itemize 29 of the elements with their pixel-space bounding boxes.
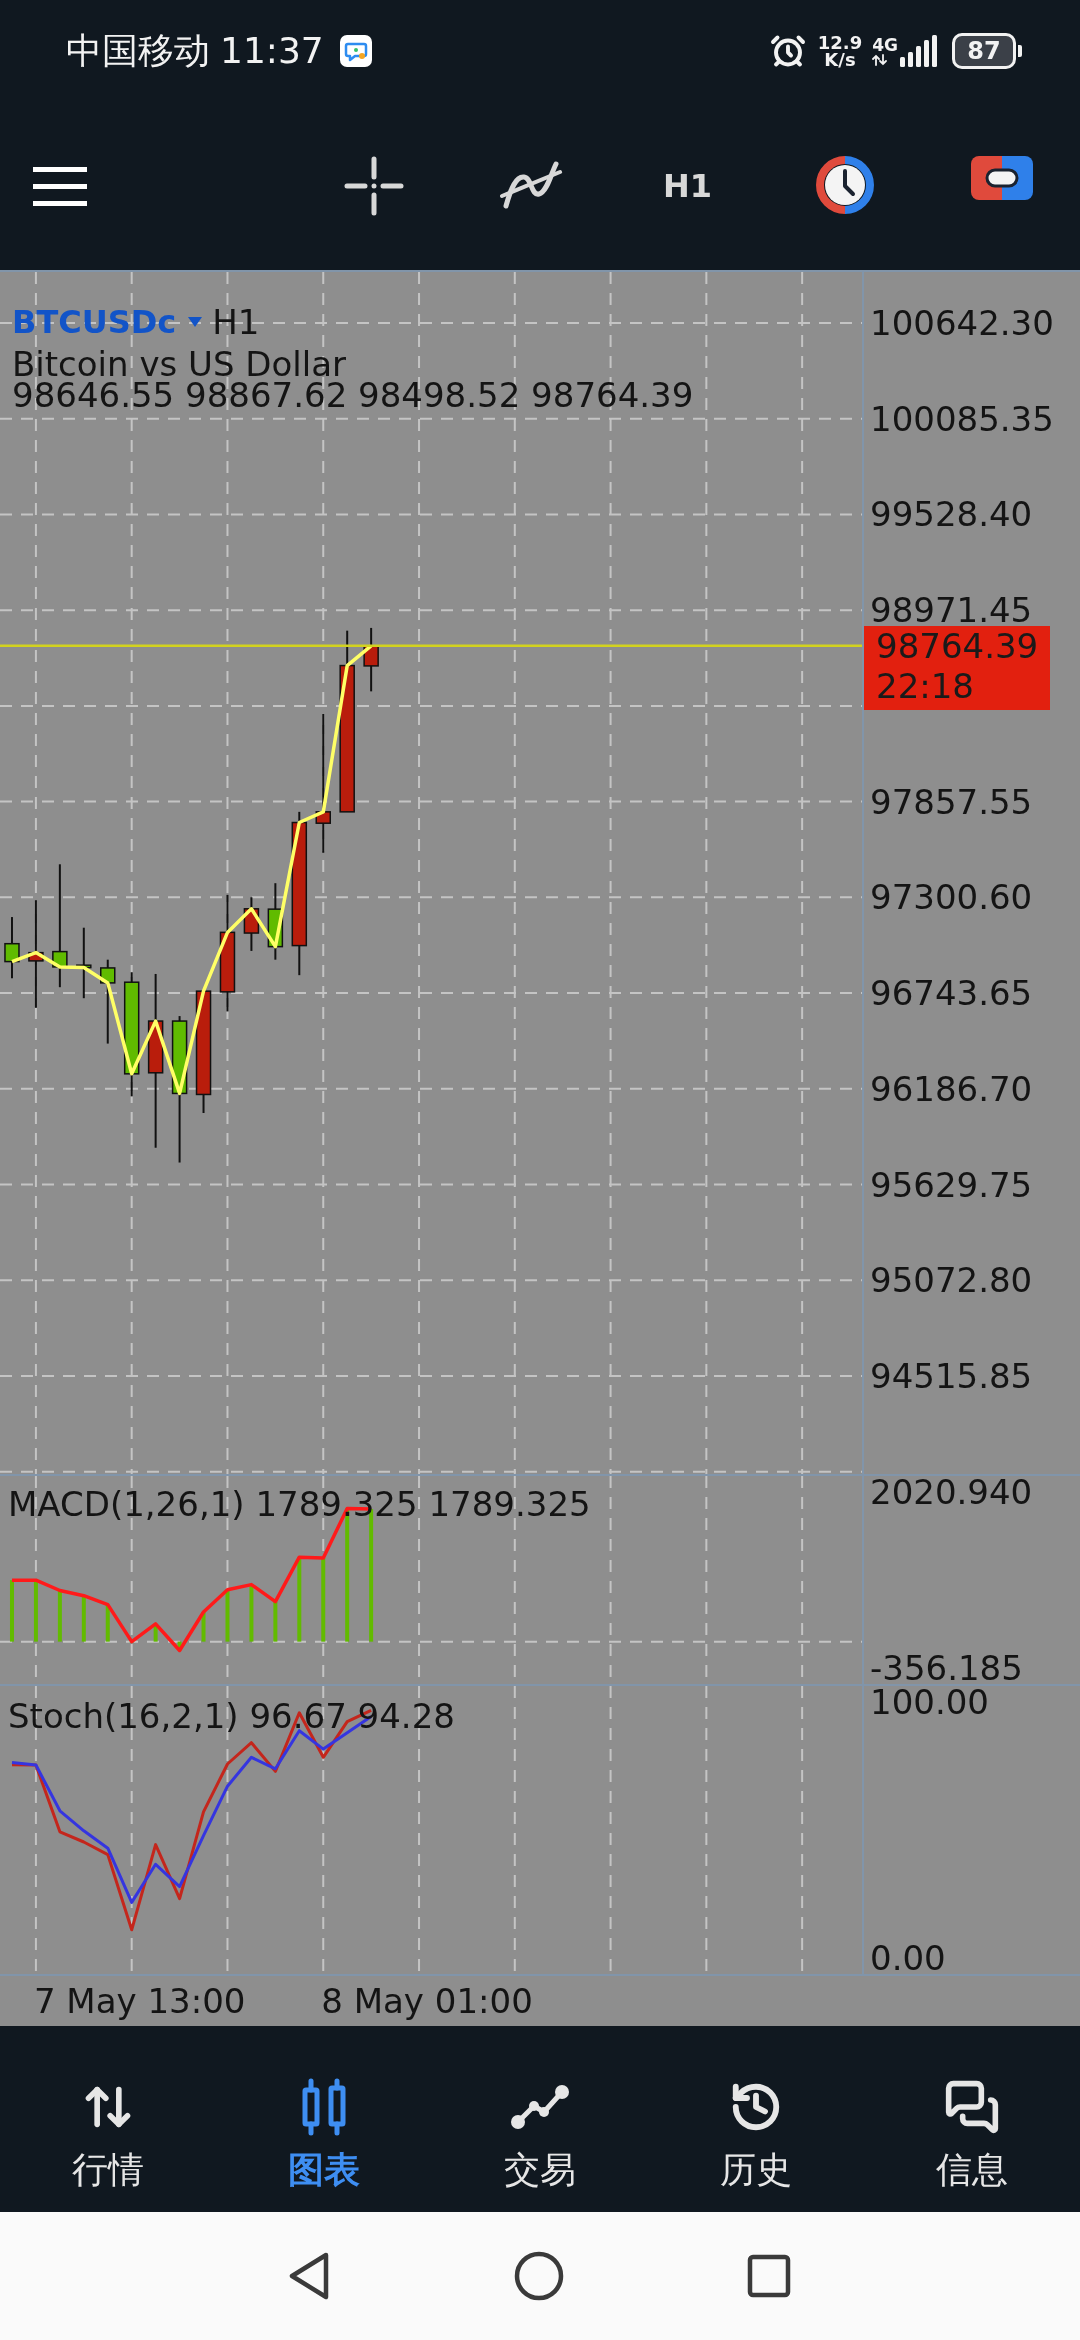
price-axis-label: 96743.65 bbox=[870, 977, 1033, 1010]
current-price: 98764.39 bbox=[876, 627, 1040, 664]
indicator-axis-label: 0.00 bbox=[870, 1942, 946, 1974]
price-axis-label: 95629.75 bbox=[870, 1168, 1033, 1201]
timeframe-label: H1 bbox=[212, 305, 260, 339]
price-axis-label: 97300.60 bbox=[870, 881, 1033, 914]
battery-indicator: 87 bbox=[952, 33, 1022, 69]
network-speed: 12.9 bbox=[817, 34, 863, 51]
price-axis-label: 99528.40 bbox=[870, 498, 1033, 531]
speed-unit: K/s bbox=[824, 51, 856, 68]
clock-time: 11:37 bbox=[220, 31, 324, 71]
price-axis-label: 100642.30 bbox=[870, 306, 1054, 339]
indicator-axis-label: -356.185 bbox=[870, 1652, 1023, 1684]
price-axis-label: 100085.35 bbox=[870, 402, 1054, 435]
symbol-description: Bitcoin vs US Dollar bbox=[12, 349, 347, 380]
price-axis-label: 94515.85 bbox=[870, 1360, 1033, 1393]
price-axis-label: 97857.55 bbox=[870, 785, 1033, 818]
ohlc-values: 98646.55 98867.62 98498.52 98764.39 bbox=[12, 380, 694, 411]
price-axis-label: 96186.70 bbox=[870, 1072, 1033, 1105]
price-axis-label: 98971.45 bbox=[870, 594, 1033, 627]
network-type: 4G bbox=[872, 36, 898, 54]
indicator-axis-label: 100.00 bbox=[870, 1686, 989, 1718]
time-axis-label: 7 May 13:00 bbox=[33, 1984, 246, 2018]
carrier-name: 中国移动 bbox=[66, 31, 210, 71]
bar-countdown: 22:18 bbox=[876, 667, 975, 704]
indicator-label: MACD(1,26,1) 1789.325 1789.325 bbox=[8, 1487, 591, 1521]
price-axis-label: 95072.80 bbox=[870, 1264, 1033, 1297]
indicator-axis-label: 2020.940 bbox=[870, 1476, 1033, 1508]
time-axis-label: 8 May 01:00 bbox=[321, 1984, 533, 2018]
